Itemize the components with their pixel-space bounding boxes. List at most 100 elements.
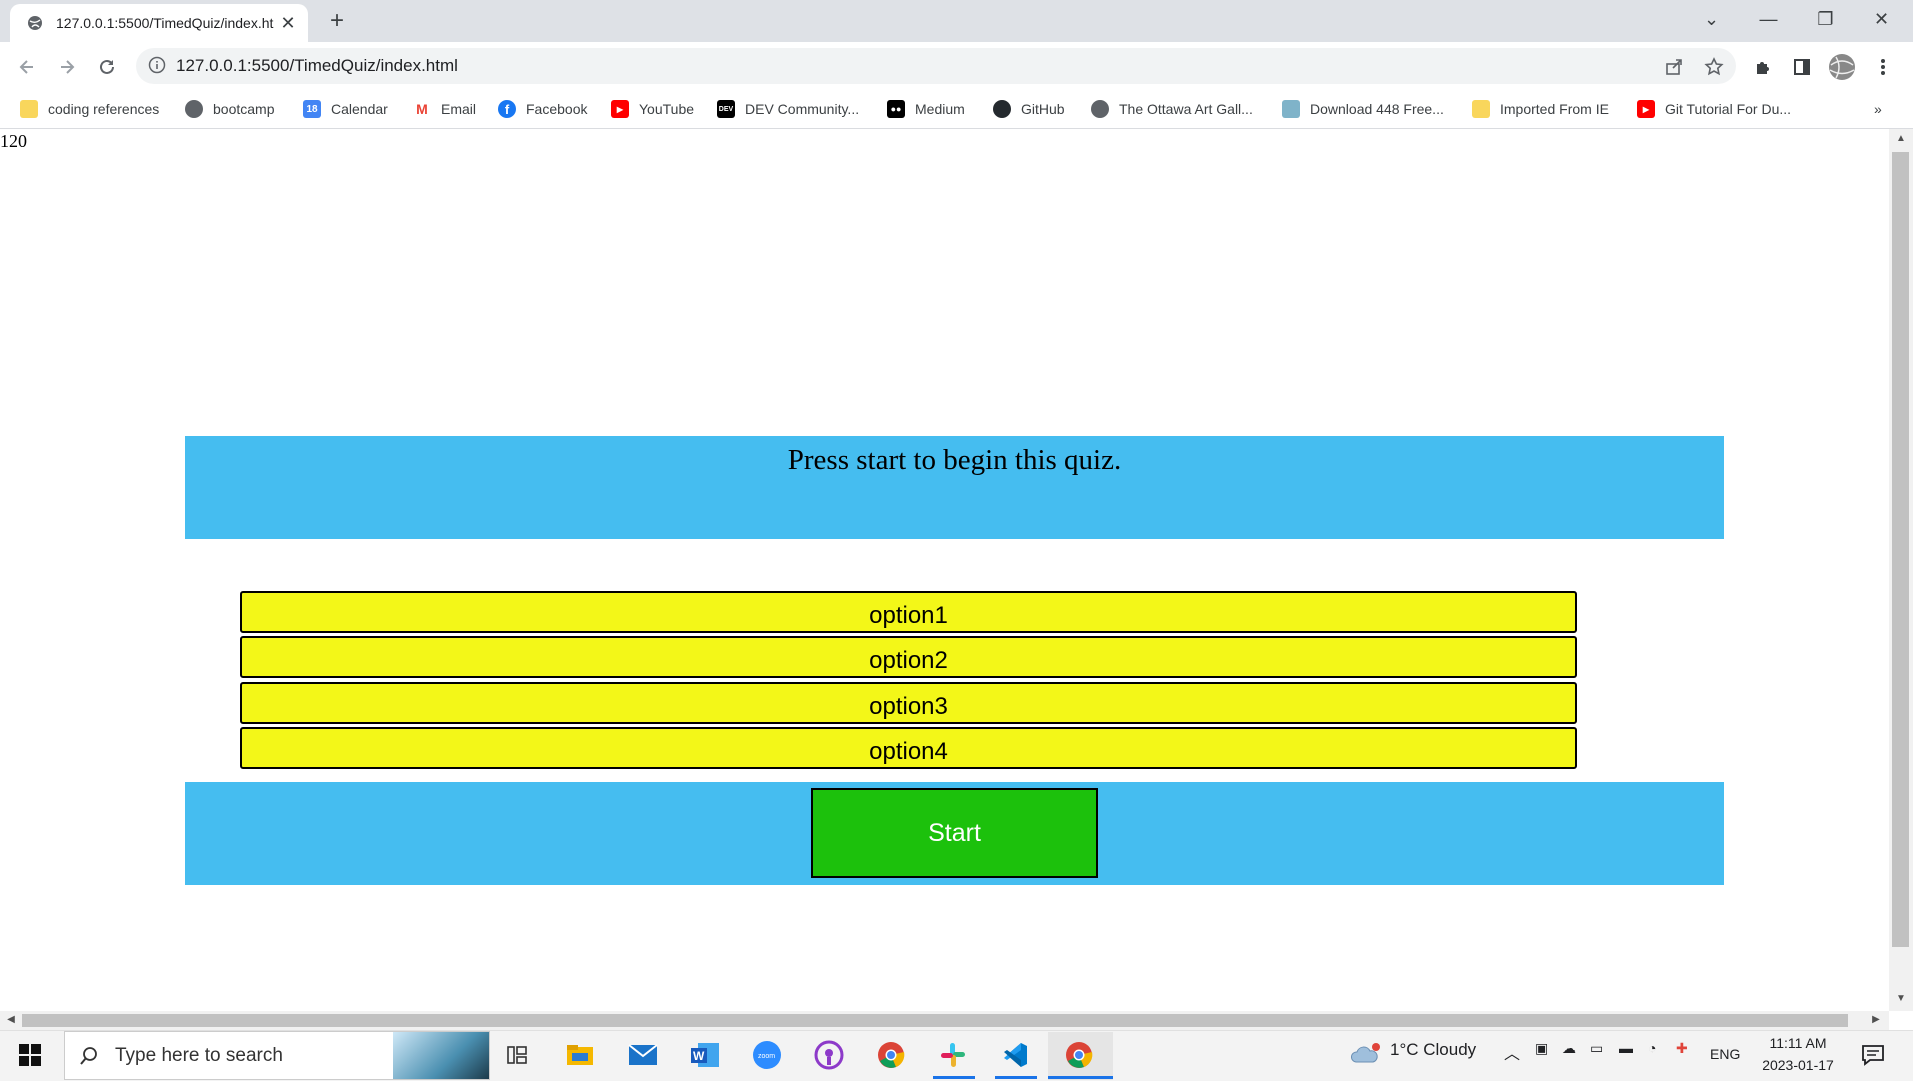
- scroll-up-icon[interactable]: ▲: [1891, 133, 1911, 144]
- minimize-icon[interactable]: —: [1740, 0, 1797, 38]
- bookmark-label: Medium: [915, 101, 965, 117]
- globe-icon: [185, 100, 203, 118]
- search-icon: [79, 1046, 99, 1066]
- taskbar-clock[interactable]: 11:11 AM 2023-01-17: [1758, 1032, 1838, 1076]
- bookmark-label: bootcamp: [213, 101, 275, 117]
- bookmark-github[interactable]: GitHub: [993, 96, 1065, 122]
- bookmark-star-icon[interactable]: [1699, 52, 1729, 82]
- bookmark-label: GitHub: [1021, 101, 1065, 117]
- forward-icon[interactable]: [50, 50, 84, 84]
- youtube-icon: ▶: [1637, 100, 1655, 118]
- svg-text:zoom: zoom: [758, 1053, 775, 1060]
- bookmark-label: Git Tutorial For Du...: [1665, 101, 1792, 117]
- scroll-right-icon[interactable]: ▶: [1866, 1014, 1886, 1025]
- side-panel-icon[interactable]: [1787, 52, 1817, 82]
- youtube-icon: ▶: [611, 100, 629, 118]
- scroll-down-icon[interactable]: ▼: [1891, 993, 1911, 1004]
- slack-running-indicator: [933, 1076, 975, 1079]
- gmail-icon: M: [413, 100, 431, 118]
- chrome-dev-icon[interactable]: [871, 1036, 911, 1074]
- github-icon: [993, 100, 1011, 118]
- reload-icon[interactable]: [90, 50, 124, 84]
- display-icon[interactable]: ▭: [1590, 1040, 1603, 1057]
- option-button-2[interactable]: option2: [240, 636, 1577, 678]
- bookmark-git-tutorial[interactable]: ▶ Git Tutorial For Du...: [1637, 96, 1791, 122]
- bookmark-label: Email: [441, 101, 477, 117]
- vscode-icon[interactable]: [995, 1036, 1035, 1074]
- battery-icon[interactable]: ▬: [1619, 1040, 1633, 1056]
- profile-avatar-icon[interactable]: [1827, 52, 1857, 82]
- back-icon[interactable]: [10, 50, 44, 84]
- tab-title: 127.0.0.1:5500/TimedQuiz/index.html: [56, 15, 274, 31]
- info-icon[interactable]: [148, 56, 166, 79]
- browser-tab[interactable]: 127.0.0.1:5500/TimedQuiz/index.html ✕: [10, 4, 308, 42]
- slack-icon[interactable]: [933, 1036, 973, 1074]
- tab-search-icon[interactable]: ⌄: [1683, 0, 1740, 38]
- bookmark-ottawa-art-gallery[interactable]: The Ottawa Art Gall...: [1091, 96, 1253, 122]
- bookmark-dev-community[interactable]: DEV DEV Community...: [717, 96, 859, 122]
- bookmark-coding-references[interactable]: coding references: [20, 96, 159, 122]
- cloudy-weather-icon[interactable]: [1350, 1042, 1382, 1071]
- bookmark-label: Download 448 Free...: [1310, 101, 1444, 117]
- mail-icon[interactable]: [623, 1036, 663, 1074]
- calendar-icon: 18: [303, 100, 321, 118]
- close-tab-icon[interactable]: ✕: [278, 13, 298, 34]
- podcast-app-icon[interactable]: [809, 1036, 849, 1074]
- share-icon[interactable]: [1659, 52, 1689, 82]
- bookmark-calendar[interactable]: 18 Calendar: [303, 96, 388, 122]
- zoom-icon[interactable]: zoom: [747, 1036, 787, 1074]
- horizontal-scroll-thumb[interactable]: [22, 1014, 1848, 1027]
- clock-time: 11:11 AM: [1769, 1035, 1827, 1051]
- bookmark-facebook[interactable]: f Facebook: [498, 96, 587, 122]
- dropbox-icon[interactable]: ✚: [1676, 1040, 1688, 1057]
- file-explorer-icon[interactable]: [560, 1036, 600, 1074]
- onedrive-icon[interactable]: ☁: [1562, 1040, 1576, 1057]
- question-text: Press start to begin this quiz.: [787, 444, 1122, 476]
- bookmark-label: coding references: [48, 101, 160, 117]
- globe-icon: [26, 14, 44, 32]
- svg-text:W: W: [693, 1049, 705, 1063]
- dev-icon: DEV: [717, 100, 735, 118]
- bookmark-label: Calendar: [331, 101, 388, 117]
- search-highlight-image: [393, 1032, 489, 1079]
- facebook-icon: f: [498, 100, 516, 118]
- bookmark-download-free[interactable]: Download 448 Free...: [1282, 96, 1444, 122]
- option-button-3[interactable]: option3: [240, 682, 1577, 724]
- windows-start-icon[interactable]: [10, 1036, 50, 1074]
- extensions-icon[interactable]: [1748, 52, 1778, 82]
- restore-icon[interactable]: ❐: [1797, 0, 1854, 38]
- bookmark-label: The Ottawa Art Gall...: [1119, 101, 1253, 117]
- bookmark-imported-from-ie[interactable]: Imported From IE: [1472, 96, 1609, 122]
- globe-icon: [1091, 100, 1109, 118]
- bookmark-bootcamp[interactable]: bootcamp: [185, 96, 274, 122]
- bookmark-youtube[interactable]: ▶ YouTube: [611, 96, 694, 122]
- new-tab-button[interactable]: +: [322, 6, 352, 36]
- close-window-icon[interactable]: ✕: [1853, 0, 1910, 38]
- bookmark-medium[interactable]: ●● Medium: [887, 96, 965, 122]
- download-icon: [1282, 100, 1300, 118]
- clock-date: 2023-01-17: [1762, 1057, 1834, 1073]
- chrome-icon[interactable]: [1059, 1036, 1099, 1074]
- weather-text[interactable]: 1°C Cloudy: [1390, 1040, 1476, 1060]
- menu-icon[interactable]: [1868, 52, 1898, 82]
- bookmark-email[interactable]: M Email: [413, 96, 476, 122]
- option-button-1[interactable]: option1: [240, 591, 1577, 633]
- option-button-4[interactable]: option4: [240, 727, 1577, 769]
- vertical-scroll-thumb[interactable]: [1892, 152, 1909, 947]
- wifi-icon[interactable]: ◔: [1648, 1040, 1656, 1056]
- chrome-running-indicator: [1048, 1076, 1113, 1079]
- show-hidden-icons-icon[interactable]: ︿: [1504, 1040, 1520, 1064]
- more-bookmarks-icon[interactable]: »: [1874, 96, 1882, 122]
- language-indicator[interactable]: ENG: [1710, 1046, 1740, 1062]
- notifications-icon[interactable]: [1853, 1036, 1893, 1074]
- task-view-icon[interactable]: [497, 1036, 537, 1074]
- folder-icon: [1472, 100, 1490, 118]
- scroll-left-icon[interactable]: ◀: [1, 1014, 21, 1025]
- url-text[interactable]: 127.0.0.1:5500/TimedQuiz/index.html: [176, 55, 458, 77]
- meet-now-icon[interactable]: ▣: [1535, 1040, 1548, 1057]
- bookmark-label: YouTube: [639, 101, 695, 117]
- start-button[interactable]: Start: [811, 788, 1098, 878]
- taskbar-search-box[interactable]: Type here to search: [64, 1031, 490, 1080]
- word-icon[interactable]: W: [685, 1036, 725, 1074]
- quiz-timer: 120: [0, 131, 27, 151]
